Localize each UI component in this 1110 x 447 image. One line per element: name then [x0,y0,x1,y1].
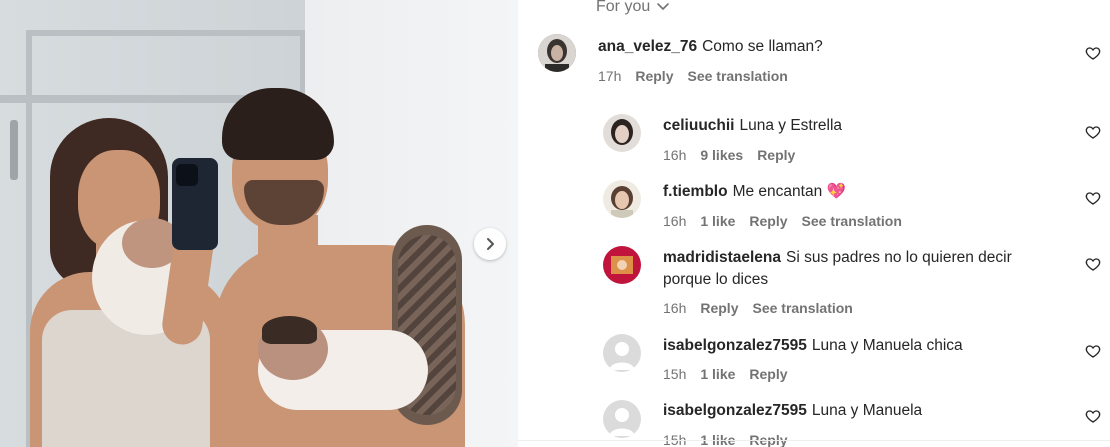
heart-emoji: 💖 [826,183,846,200]
likes-count[interactable]: 9 likes [700,147,743,163]
comment-text: Como se llaman? [702,38,823,55]
reply-button[interactable]: Reply [749,213,787,229]
heart-icon[interactable] [1085,190,1101,206]
reply-button[interactable]: Reply [757,147,795,163]
avatar-photo [538,34,576,72]
heart-icon[interactable] [1085,408,1101,424]
default-avatar[interactable] [603,334,641,372]
comment-text-row: isabelgonzalez7595 Luna y Manuela chica [663,335,963,357]
user-placeholder-icon [609,342,635,370]
reply-button[interactable]: Reply [749,366,787,382]
comment-meta: 16h 1 like Reply See translation [663,213,902,229]
avatar[interactable] [538,34,576,72]
heart-icon[interactable] [1085,343,1101,359]
comment-text-row: celiuuchii Luna y Estrella [663,115,842,137]
comment-username[interactable]: ana_velez_76 [598,38,697,55]
comment-text: Luna y Manuela chica [811,337,963,354]
heart-icon[interactable] [1085,45,1101,61]
comment-text-row: f.tiemblo Me encantan 💖 [663,181,846,203]
comment-text-row: ana_velez_76 Como se llaman? [598,36,823,58]
avatar-photo [603,180,641,218]
comment-meta: 16h 9 likes Reply [663,147,795,163]
comment-username[interactable]: isabelgonzalez7595 [663,402,807,419]
see-translation-button[interactable]: See translation [687,68,787,84]
user-placeholder-icon [609,408,635,436]
phone-camera [176,164,198,186]
comment-username[interactable]: isabelgonzalez7595 [663,337,807,354]
comments-panel: For you ana_velez_76 Como se llaman? 17h … [518,0,1110,447]
comment-text: Luna y Manuela [811,402,923,419]
comment-time: 16h [663,147,687,163]
comment-time: 15h [663,366,687,382]
reply-button[interactable]: Reply [700,300,738,316]
avatar[interactable] [603,246,641,284]
chevron-right-icon [487,238,494,250]
likes-count[interactable]: 1 like [700,366,735,382]
comment-username[interactable]: celiuuchii [663,117,735,134]
avatar[interactable] [603,114,641,152]
comment-text-continued: porque lo dices [663,271,769,288]
divider [518,440,1110,441]
comment-text: Luna y Estrella [739,117,843,134]
comment-text-row: madridistaelena Si sus padres no lo quier… [663,247,1012,291]
comment-text-row: isabelgonzalez7595 Luna y Manuela [663,400,922,422]
comment-text: Si sus padres no lo quieren decir [786,249,1012,266]
see-translation-button[interactable]: See translation [752,300,852,316]
likes-count[interactable]: 1 like [700,213,735,229]
comment-username[interactable]: madridistaelena [663,249,781,266]
door-handle [10,120,18,180]
chevron-down-icon [657,3,670,10]
comment-meta: 17h Reply See translation [598,68,788,84]
reply-button[interactable]: Reply [635,68,673,84]
next-photo-button[interactable] [474,228,506,260]
baby-right-hair [262,316,317,344]
comment-time: 16h [663,300,687,316]
comment-meta: 16h Reply See translation [663,300,853,316]
heart-icon[interactable] [1085,256,1101,272]
avatar-photo [603,246,641,284]
avatar-photo [603,114,641,152]
feed-filter-label: For you [596,0,651,15]
default-avatar[interactable] [603,400,641,438]
comment-meta: 15h 1 like Reply [663,366,788,382]
post-photo [0,0,518,447]
avatar[interactable] [603,180,641,218]
comment-time: 17h [598,68,622,84]
heart-icon[interactable] [1085,124,1101,140]
comment-time: 16h [663,213,687,229]
comment-username[interactable]: f.tiemblo [663,183,728,200]
comment-text: Me encantan [732,183,823,200]
feed-filter-dropdown[interactable]: For you [596,0,670,16]
see-translation-button[interactable]: See translation [802,213,902,229]
